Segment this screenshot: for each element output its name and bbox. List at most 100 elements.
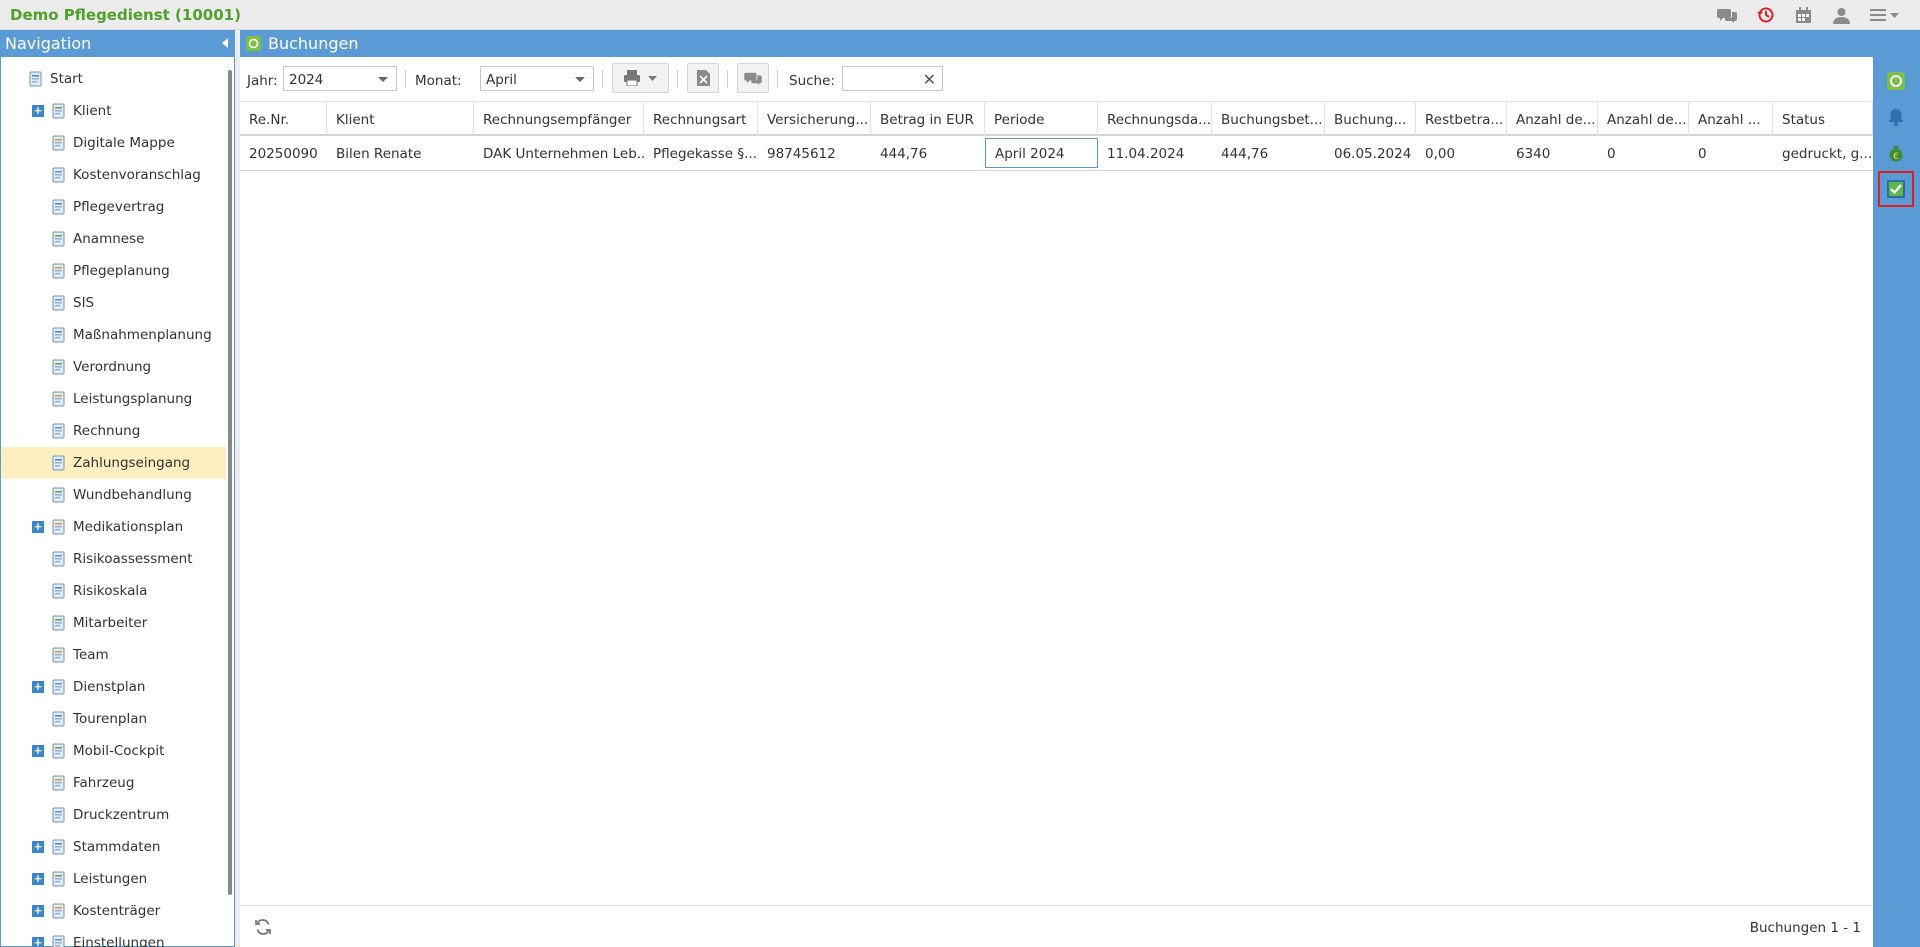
column-header[interactable]: Restbetra... [1416, 102, 1507, 136]
sidebar-item-team[interactable]: Team [1, 639, 226, 671]
chat-icon[interactable] [1716, 4, 1738, 26]
sidebar-item-rechnung[interactable]: Rechnung [1, 415, 226, 447]
table-cell[interactable]: 98745612 [758, 136, 871, 170]
collapse-navigation-button[interactable] [222, 38, 228, 48]
sidebar-item-kostenvoranschlag[interactable]: Kostenvoranschlag [1, 159, 226, 191]
sidebar-item-zahlungseingang[interactable]: Zahlungseingang [1, 447, 226, 479]
table-cell[interactable]: 0 [1598, 136, 1689, 170]
sidebar-item-kostenträger[interactable]: + Kostenträger [1, 895, 226, 927]
column-header[interactable]: Anzahl de... [1507, 102, 1598, 136]
expand-icon[interactable]: + [32, 105, 44, 117]
column-header[interactable]: Betrag in EUR [871, 102, 985, 136]
sidebar-item-mobil-cockpit[interactable]: + Mobil-Cockpit [1, 735, 226, 767]
user-icon[interactable] [1830, 4, 1852, 26]
column-header[interactable]: Rechnungsempfänger [474, 102, 644, 136]
table-header: Re.Nr. Klient Rechnungsempfänger Rechnungsa… [240, 102, 1873, 136]
sidebar-item-stammdaten[interactable]: + Stammdaten [1, 831, 226, 863]
sidebar-item-leistungen[interactable]: + Leistungen [1, 863, 226, 895]
column-header[interactable]: Klient [327, 102, 474, 136]
excel-export-button[interactable] [687, 63, 719, 93]
expand-icon[interactable]: + [32, 681, 44, 693]
expand-icon[interactable]: + [32, 937, 44, 947]
clear-search-icon[interactable]: ✕ [923, 70, 936, 89]
column-header[interactable]: Rechnungsart [644, 102, 758, 136]
expand-icon[interactable]: + [32, 745, 44, 757]
print-button[interactable] [612, 63, 669, 93]
month-select[interactable]: April [480, 66, 594, 91]
sidebar-item-digitale-mappe[interactable]: Digitale Mappe [1, 127, 226, 159]
sidebar-item-anamnese[interactable]: Anamnese [1, 223, 226, 255]
menu-icon[interactable] [1868, 4, 1902, 26]
chevron-down-icon [378, 77, 388, 82]
invoice-icon [52, 423, 65, 439]
sidebar-item-label: Tourenplan [73, 711, 148, 727]
care-plan-icon [52, 263, 65, 279]
column-header[interactable]: Status [1773, 102, 1873, 136]
column-header[interactable]: Rechnungsda... [1098, 102, 1212, 136]
clipboard-icon [52, 327, 65, 343]
table-cell[interactable]: 444,76 [1212, 136, 1325, 170]
column-header[interactable]: Buchungsbet... [1212, 102, 1325, 136]
refresh-icon[interactable] [254, 918, 272, 936]
column-header[interactable]: Anzahl ... [1689, 102, 1773, 136]
sidebar-item-start[interactable]: Start [1, 63, 226, 95]
navigation-scrollbar[interactable] [228, 70, 232, 895]
month-value: April [486, 72, 517, 88]
payment-icon[interactable] [1885, 70, 1907, 92]
sidebar-item-mitarbeiter[interactable]: Mitarbeiter [1, 607, 226, 639]
table-cell[interactable]: 06.05.2024 [1325, 136, 1416, 170]
history-icon[interactable] [1754, 4, 1776, 26]
table-cell[interactable]: 0 [1689, 136, 1773, 170]
table-cell[interactable]: 11.04.2024 [1098, 136, 1212, 170]
table-cell[interactable]: gedruckt, g... [1773, 136, 1873, 170]
comments-button[interactable] [737, 63, 769, 93]
table-cell[interactable]: April 2024 [985, 138, 1098, 168]
sidebar-item-pflegevertrag[interactable]: Pflegevertrag [1, 191, 226, 223]
top-icons [1716, 4, 1902, 26]
column-header[interactable]: Anzahl de... [1598, 102, 1689, 136]
calendar-icon[interactable] [1792, 4, 1814, 26]
expand-icon[interactable]: + [32, 905, 44, 917]
year-select[interactable]: 2024 [283, 66, 397, 91]
sidebar-item-klient[interactable]: + Klient [1, 95, 226, 127]
column-header[interactable]: Versicherung... [758, 102, 871, 136]
search-input[interactable] [847, 67, 927, 89]
sidebar-item-fahrzeug[interactable]: Fahrzeug [1, 767, 226, 799]
sidebar-item-tourenplan[interactable]: Tourenplan [1, 703, 226, 735]
table-cell[interactable]: DAK Unternehmen Leb... [474, 136, 644, 170]
sidebar-item-leistungsplanung[interactable]: Leistungsplanung [1, 383, 226, 415]
expand-icon[interactable]: + [32, 521, 44, 533]
sidebar-item-einstellungen[interactable]: + Einstellungen [1, 927, 226, 947]
document-icon [52, 295, 65, 311]
table-cell[interactable]: 20250090 [240, 136, 327, 170]
table-cell[interactable]: 6340 [1507, 136, 1598, 170]
sidebar-item-sis[interactable]: SIS [1, 287, 226, 319]
column-header[interactable]: Buchung... [1325, 102, 1416, 136]
column-header[interactable]: Re.Nr. [240, 102, 327, 136]
sidebar-item-verordnung[interactable]: Verordnung [1, 351, 226, 383]
sidebar-item-risikoskala[interactable]: Risikoskala [1, 575, 226, 607]
sidebar-item-label: Anamnese [73, 231, 145, 247]
sidebar-item-dienstplan[interactable]: + Dienstplan [1, 671, 226, 703]
expand-icon[interactable]: + [32, 873, 44, 885]
bell-icon[interactable] [1885, 106, 1907, 128]
table-cell[interactable]: 0,00 [1416, 136, 1507, 170]
table-cell[interactable]: Bilen Renate [327, 136, 474, 170]
expand-icon[interactable]: + [32, 841, 44, 853]
table-cell[interactable]: 444,76 [871, 136, 985, 170]
column-header[interactable]: Periode [985, 102, 1098, 136]
panel-header: Buchungen [240, 30, 1873, 57]
sidebar-item-risikoassessment[interactable]: Risikoassessment [1, 543, 226, 575]
search-label: Suche: [789, 73, 835, 89]
sidebar-item-maßnahmenplanung[interactable]: Maßnahmenplanung [1, 319, 226, 351]
checklist-icon[interactable] [1878, 171, 1914, 207]
sidebar-item-pflegeplanung[interactable]: Pflegeplanung [1, 255, 226, 287]
table-cell[interactable]: Pflegekasse §... [644, 136, 758, 170]
sidebar-item-druckzentrum[interactable]: Druckzentrum [1, 799, 226, 831]
table-row[interactable]: 20250090 Bilen Renate DAK Unternehmen Leb.… [240, 136, 1873, 171]
sidebar-item-wundbehandlung[interactable]: Wundbehandlung [1, 479, 226, 511]
table-footer: Buchungen 1 - 1 [240, 905, 1873, 947]
money-bag-icon[interactable]: € [1885, 142, 1907, 164]
sidebar-item-medikationsplan[interactable]: + Medikationsplan [1, 511, 226, 543]
sidebar-item-label: Mitarbeiter [73, 615, 148, 631]
